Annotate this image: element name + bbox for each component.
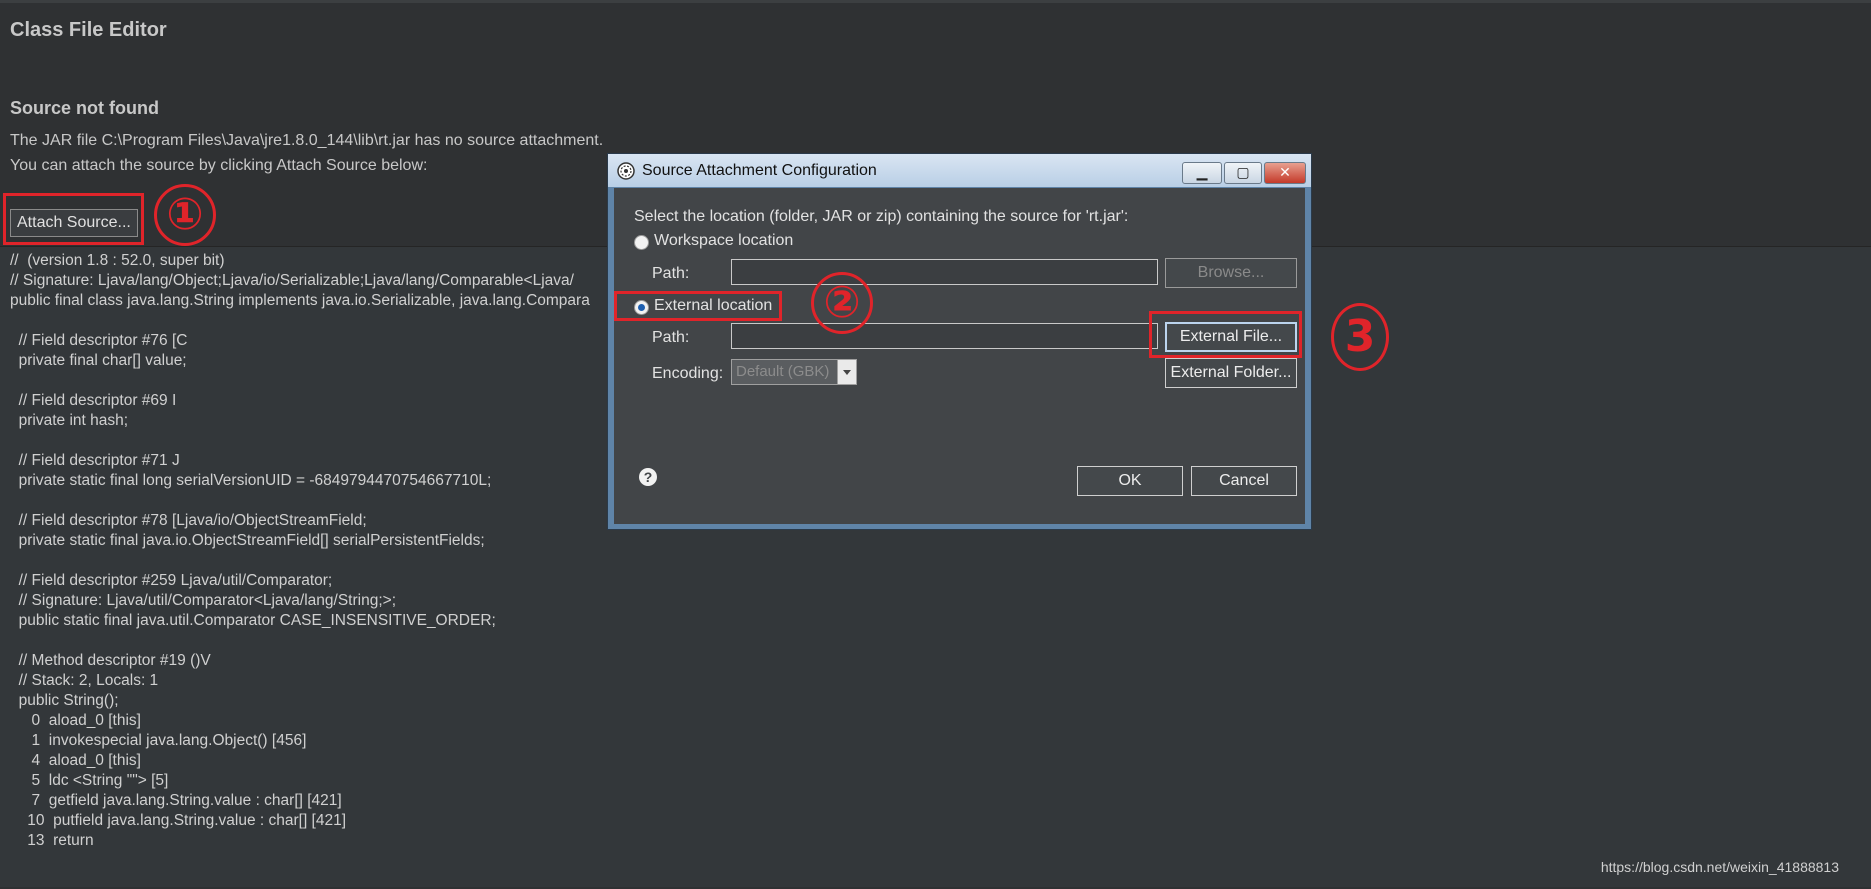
- annotation-number-2: ②: [811, 272, 873, 334]
- close-button[interactable]: ✕: [1264, 162, 1306, 184]
- source-not-found-heading: Source not found: [10, 98, 159, 118]
- annotation-box-3: [1149, 311, 1302, 358]
- code-line: public final class java.lang.String impl…: [10, 292, 590, 309]
- encoding-value: Default (GBK): [736, 363, 830, 380]
- code-line: 7 getfield java.lang.String.value : char…: [10, 792, 342, 809]
- code-line: private int hash;: [10, 412, 129, 429]
- external-folder-button[interactable]: External Folder...: [1165, 358, 1297, 388]
- code-line: 1 invokespecial java.lang.Object() [456]: [10, 732, 307, 749]
- code-line: // Field descriptor #69 I: [10, 392, 177, 409]
- code-line: // Field descriptor #71 J: [10, 452, 180, 469]
- ok-button[interactable]: OK: [1077, 466, 1183, 496]
- workspace-path-label: Path:: [652, 265, 690, 282]
- annotation-box-1: [3, 193, 144, 245]
- code-line: private static final java.io.ObjectStrea…: [10, 532, 485, 549]
- code-line: public static final java.util.Comparator…: [10, 612, 496, 629]
- browse-button[interactable]: Browse...: [1165, 258, 1297, 288]
- dialog-title: Source Attachment Configuration: [642, 162, 877, 179]
- chevron-down-icon[interactable]: [837, 360, 856, 384]
- dialog-titlebar[interactable]: Source Attachment Configuration ▁ ▢ ✕: [608, 154, 1311, 187]
- code-line: // (version 1.8 : 52.0, super bit): [10, 252, 225, 269]
- code-line: // Signature: Ljava/lang/Object;Ljava/io…: [10, 272, 574, 289]
- annotation-number-1: ①: [154, 184, 216, 246]
- code-line: // Field descriptor #78 [Ljava/io/Object…: [10, 512, 367, 529]
- watermark: https://blog.csdn.net/weixin_41888813: [1600, 859, 1839, 875]
- workspace-location-radio[interactable]: [634, 235, 649, 250]
- external-path-label: Path:: [652, 329, 690, 346]
- workspace-location-label[interactable]: Workspace location: [654, 232, 793, 250]
- dialog-prompt: Select the location (folder, JAR or zip)…: [634, 208, 1129, 225]
- external-path-input[interactable]: [731, 323, 1158, 349]
- code-line: // Signature: Ljava/util/Comparator<Ljav…: [10, 592, 396, 609]
- code-line: 5 ldc <String ""> [5]: [10, 772, 169, 789]
- code-line: public String();: [10, 692, 119, 709]
- encoding-select[interactable]: Default (GBK): [731, 359, 857, 385]
- code-line: private static final long serialVersionU…: [10, 472, 492, 489]
- code-line: 4 aload_0 [this]: [10, 752, 141, 769]
- code-line: // Field descriptor #76 [C: [10, 332, 188, 349]
- help-icon[interactable]: ?: [639, 468, 657, 486]
- code-line: 10 putfield java.lang.String.value : cha…: [10, 812, 347, 829]
- attach-instructions: You can attach the source by clicking At…: [10, 157, 428, 174]
- code-line: // Stack: 2, Locals: 1: [10, 672, 159, 689]
- annotation-number-3: 3: [1331, 303, 1389, 371]
- code-line: 13 return: [10, 832, 94, 849]
- eclipse-icon: [617, 162, 635, 180]
- code-line: 0 aload_0 [this]: [10, 712, 141, 729]
- minimize-button[interactable]: ▁: [1182, 162, 1222, 184]
- workspace-path-input[interactable]: [731, 259, 1158, 285]
- maximize-button[interactable]: ▢: [1224, 162, 1262, 184]
- editor-title: Class File Editor: [10, 19, 167, 41]
- jar-info-line: The JAR file C:\Program Files\Java\jre1.…: [10, 132, 604, 149]
- cancel-button[interactable]: Cancel: [1191, 466, 1297, 496]
- code-line: // Field descriptor #259 Ljava/util/Comp…: [10, 572, 333, 589]
- annotation-box-2: [614, 291, 782, 321]
- code-line: private final char[] value;: [10, 352, 187, 369]
- encoding-label: Encoding:: [652, 365, 724, 382]
- code-line: // Method descriptor #19 ()V: [10, 652, 211, 669]
